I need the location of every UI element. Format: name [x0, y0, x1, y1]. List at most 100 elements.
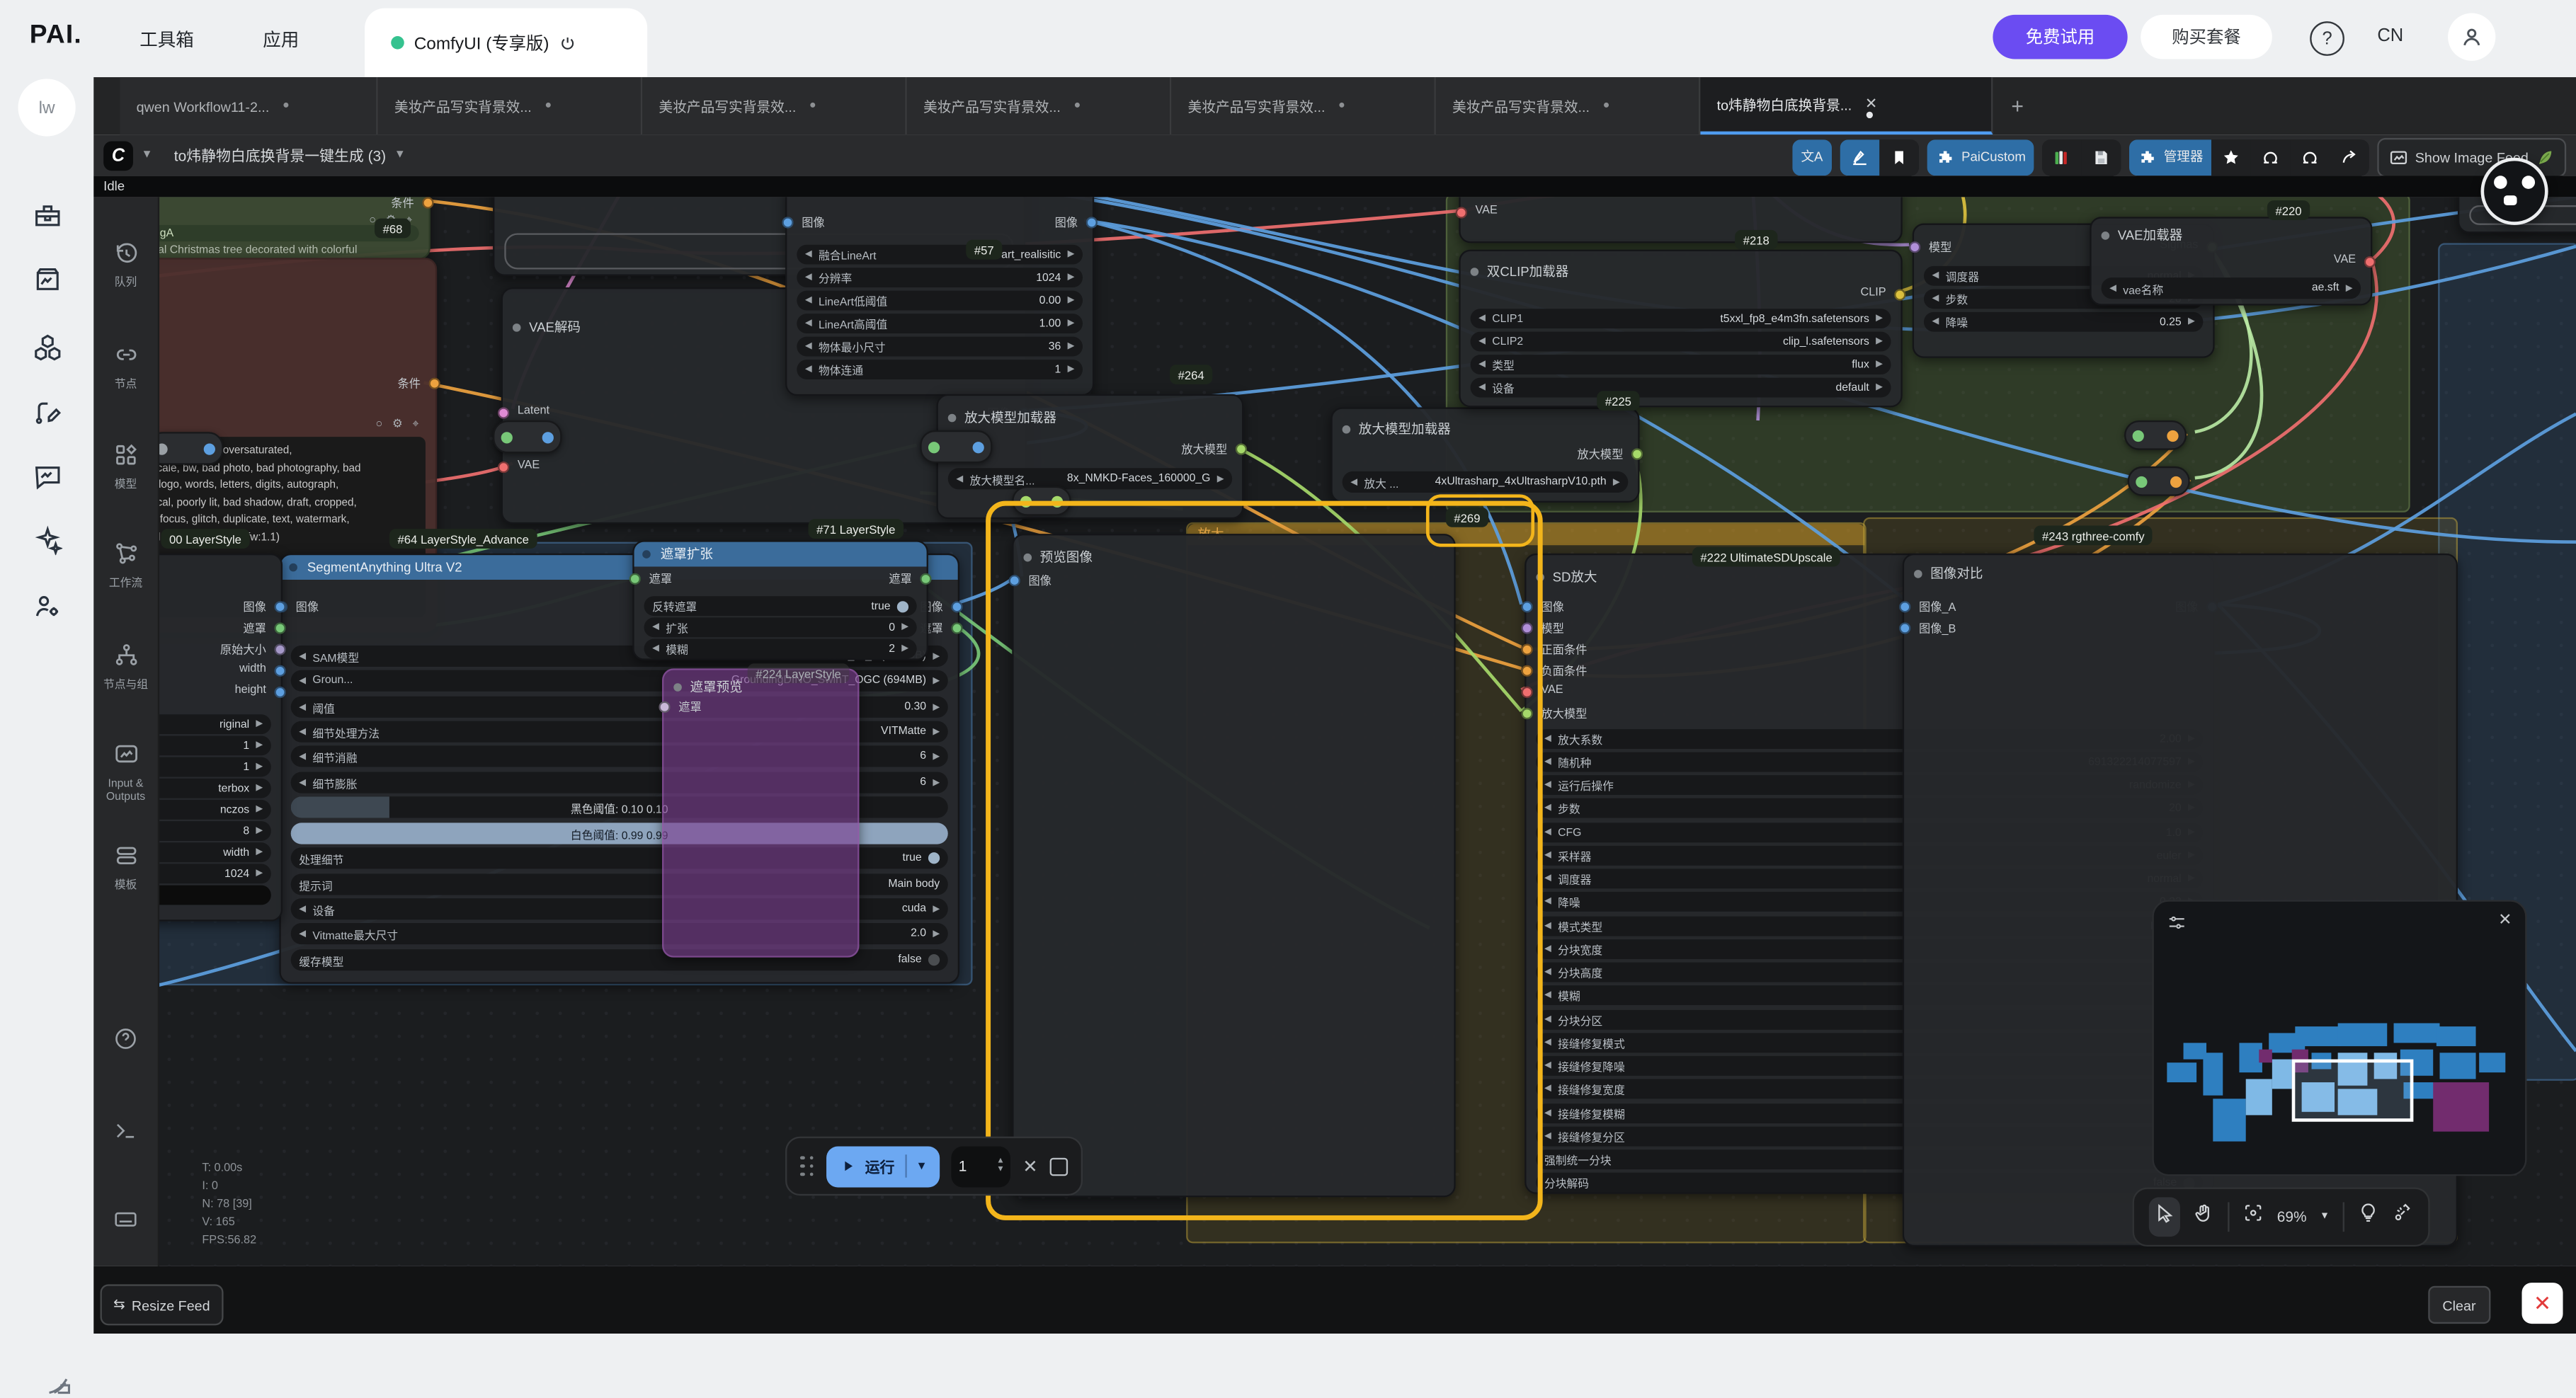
workspace-avatar[interactable]: lw — [18, 79, 76, 136]
sidebar-item-terminal[interactable] — [93, 1118, 157, 1151]
toggle-dot[interactable] — [897, 600, 908, 612]
reroute-in-dot[interactable] — [1020, 495, 1032, 507]
sidebar-item-models[interactable]: 模型 — [93, 442, 157, 492]
buy-plan-button[interactable]: 购买套餐 — [2141, 15, 2272, 59]
workflow-tab[interactable]: 美妆产品写实背景效...● — [378, 77, 643, 134]
input-slot-VAE[interactable] — [1456, 207, 1467, 218]
user-avatar[interactable] — [2448, 13, 2495, 61]
reroute-out-dot[interactable] — [973, 441, 984, 452]
output-slot-图像[interactable] — [274, 601, 285, 612]
batch-count-stepper[interactable]: 1▲▼ — [952, 1145, 1011, 1186]
comfyui-logo[interactable]: C — [103, 140, 133, 170]
sidebar-item-queue[interactable]: 队列 — [93, 240, 157, 290]
collapse-dot[interactable] — [289, 563, 297, 572]
node-widget[interactable]: width▶ — [158, 842, 271, 862]
tab-close-icon[interactable]: ✕ — [1865, 96, 1878, 114]
node-widget[interactable]: ◀降噪0.25▶ — [1924, 312, 2203, 332]
node-widget[interactable]: 1▶ — [158, 735, 271, 755]
minimap-close-icon[interactable]: ✕ — [2498, 912, 2512, 930]
output-slot-原始大小[interactable] — [274, 644, 285, 655]
node-mask-grow[interactable]: 遮罩扩张遮罩遮罩反转遮罩true◀扩张0▶◀模糊2▶ — [632, 540, 928, 660]
reroute-node[interactable] — [2124, 420, 2187, 450]
node-left-clipped-node[interactable]: 图像遮罩原始大小widthheightriginal▶1▶1▶terbox▶nc… — [158, 554, 283, 922]
node-widget[interactable]: ◀模糊2▶ — [644, 639, 917, 659]
reroute-in-dot[interactable] — [501, 431, 513, 442]
output-slot-条件[interactable] — [422, 197, 433, 208]
input-slot-VAE[interactable] — [1522, 687, 1533, 698]
cleaner-alt-button[interactable] — [2290, 139, 2330, 175]
node-lineart-node[interactable]: 图像图像◀融合LineArtlineart_realisitic▶◀分辨率102… — [785, 197, 1094, 396]
node-dual-clip-loader[interactable]: 双CLIP加载器CLIP◀CLIP1t5xxl_fp8_e4m3fn.safet… — [1459, 250, 1902, 408]
node-canvas[interactable]: 放大条件○ ⚙ ⌖changjingAwhimsical Christmas t… — [158, 197, 2576, 1266]
output-slot-条件[interactable] — [429, 378, 440, 389]
input-slot-图像_A[interactable] — [1899, 601, 1910, 612]
collapse-dot[interactable] — [1343, 426, 1351, 435]
free-trial-button[interactable]: 免费试用 — [1993, 15, 2127, 59]
clear-feed-button[interactable]: Clear — [2428, 1286, 2491, 1324]
input-slot-遮罩[interactable] — [629, 573, 641, 585]
outer-sidebar-sparkles[interactable] — [33, 525, 62, 555]
collapse-dot[interactable] — [642, 550, 651, 558]
collapse-dot[interactable] — [1914, 571, 1922, 579]
share-button[interactable] — [2330, 139, 2369, 175]
output-slot-遮罩[interactable] — [920, 573, 931, 585]
outer-sidebar-gallery[interactable] — [33, 265, 62, 294]
assistant-avatar[interactable] — [2481, 158, 2548, 225]
input-slot-遮罩[interactable] — [659, 701, 670, 713]
collapse-dot[interactable] — [948, 415, 957, 423]
node-upscale-loader-2[interactable]: 放大模型加载器放大模型◀放大 ...4xUltrasharp_4xUltrash… — [1330, 407, 1639, 503]
input-slot-放大模型[interactable] — [1522, 708, 1533, 719]
input-slot-图像[interactable] — [782, 217, 793, 228]
node-mask-preview[interactable]: 遮罩预览遮罩 — [662, 668, 859, 957]
minimap-settings-icon[interactable] — [2167, 912, 2187, 941]
sidebar-item-nodes[interactable]: 节点 — [93, 342, 157, 392]
sidebar-item-keyboard[interactable] — [93, 1207, 157, 1239]
input-slot-负面条件[interactable] — [1522, 665, 1533, 677]
toggle-links-button[interactable] — [2392, 1202, 2413, 1232]
output-slot-图像[interactable] — [951, 601, 962, 612]
library-button[interactable] — [2042, 139, 2082, 175]
language-switch[interactable]: CN — [2377, 26, 2403, 46]
node-mini-icons[interactable]: ○ ⚙ ⌖ — [376, 417, 423, 432]
node-widget[interactable]: ◀放大 ...4xUltrasharp_4xUltrasharpV10.pth▶ — [1343, 471, 1629, 493]
chevron-down-icon[interactable]: ▼ — [2320, 1212, 2330, 1222]
resize-feed-button[interactable]: ⇆Resize Feed — [101, 1284, 224, 1325]
node-widget[interactable]: ◀分辨率1024▶ — [797, 268, 1083, 287]
output-slot-放大模型[interactable] — [1236, 443, 1247, 454]
node-widget[interactable]: ◀融合LineArtlineart_realisitic▶ — [797, 245, 1083, 265]
node-widget[interactable]: riginal▶ — [158, 714, 271, 734]
input-slot-Latent[interactable] — [498, 407, 509, 418]
save-button[interactable] — [2082, 139, 2121, 175]
chevron-down-icon[interactable]: ▼ — [394, 149, 406, 161]
reroute-node[interactable] — [158, 432, 224, 464]
node-widget[interactable]: ◀LineArt低阈值0.00▶ — [797, 291, 1083, 311]
minimap-viewport[interactable] — [2292, 1060, 2414, 1122]
node-widget[interactable]: ◀LineArt高阈值1.00▶ — [797, 314, 1083, 333]
output-slot-遮罩[interactable] — [951, 622, 962, 634]
cleaner-button[interactable] — [2251, 139, 2291, 175]
reroute-out-dot[interactable] — [542, 431, 554, 442]
node-widget[interactable]: ◀CLIP2clip_l.safetensors▶ — [1471, 332, 1891, 352]
run-button[interactable]: 运行▼ — [826, 1145, 940, 1186]
sidebar-item-workflows[interactable]: 工作流 — [93, 540, 157, 590]
cancel-button[interactable]: ✕ — [1022, 1155, 1037, 1176]
node-widget[interactable]: 1▶ — [158, 757, 271, 777]
reroute-node[interactable] — [920, 430, 992, 463]
input-slot-模型[interactable] — [1909, 241, 1920, 253]
chevron-down-icon[interactable]: ▼ — [142, 149, 153, 161]
collapse-dot[interactable] — [513, 324, 521, 333]
node-widget[interactable]: ◀物体最小尺寸36▶ — [797, 337, 1083, 357]
input-slot-图像[interactable] — [1522, 601, 1533, 612]
reroute-out-dot[interactable] — [2170, 476, 2182, 487]
close-feed-button[interactable]: ✕ — [2522, 1283, 2563, 1324]
select-tool-button[interactable] — [2149, 1197, 2180, 1237]
input-slot-模型[interactable] — [1522, 622, 1533, 634]
node-widget[interactable]: nczos▶ — [158, 800, 271, 820]
fit-view-button[interactable] — [2242, 1202, 2264, 1232]
sidebar-item-inputs-outputs[interactable]: Input & Outputs — [93, 740, 157, 803]
sidebar-item-help[interactable] — [93, 1026, 157, 1059]
node-widget[interactable]: ◀CLIP1t5xxl_fp8_e4m3fn.safetensors▶ — [1471, 309, 1891, 328]
stop-button[interactable] — [1049, 1157, 1068, 1176]
minimap-panel[interactable]: ✕ — [2152, 900, 2526, 1176]
outer-sidebar-cubes[interactable] — [33, 333, 62, 363]
